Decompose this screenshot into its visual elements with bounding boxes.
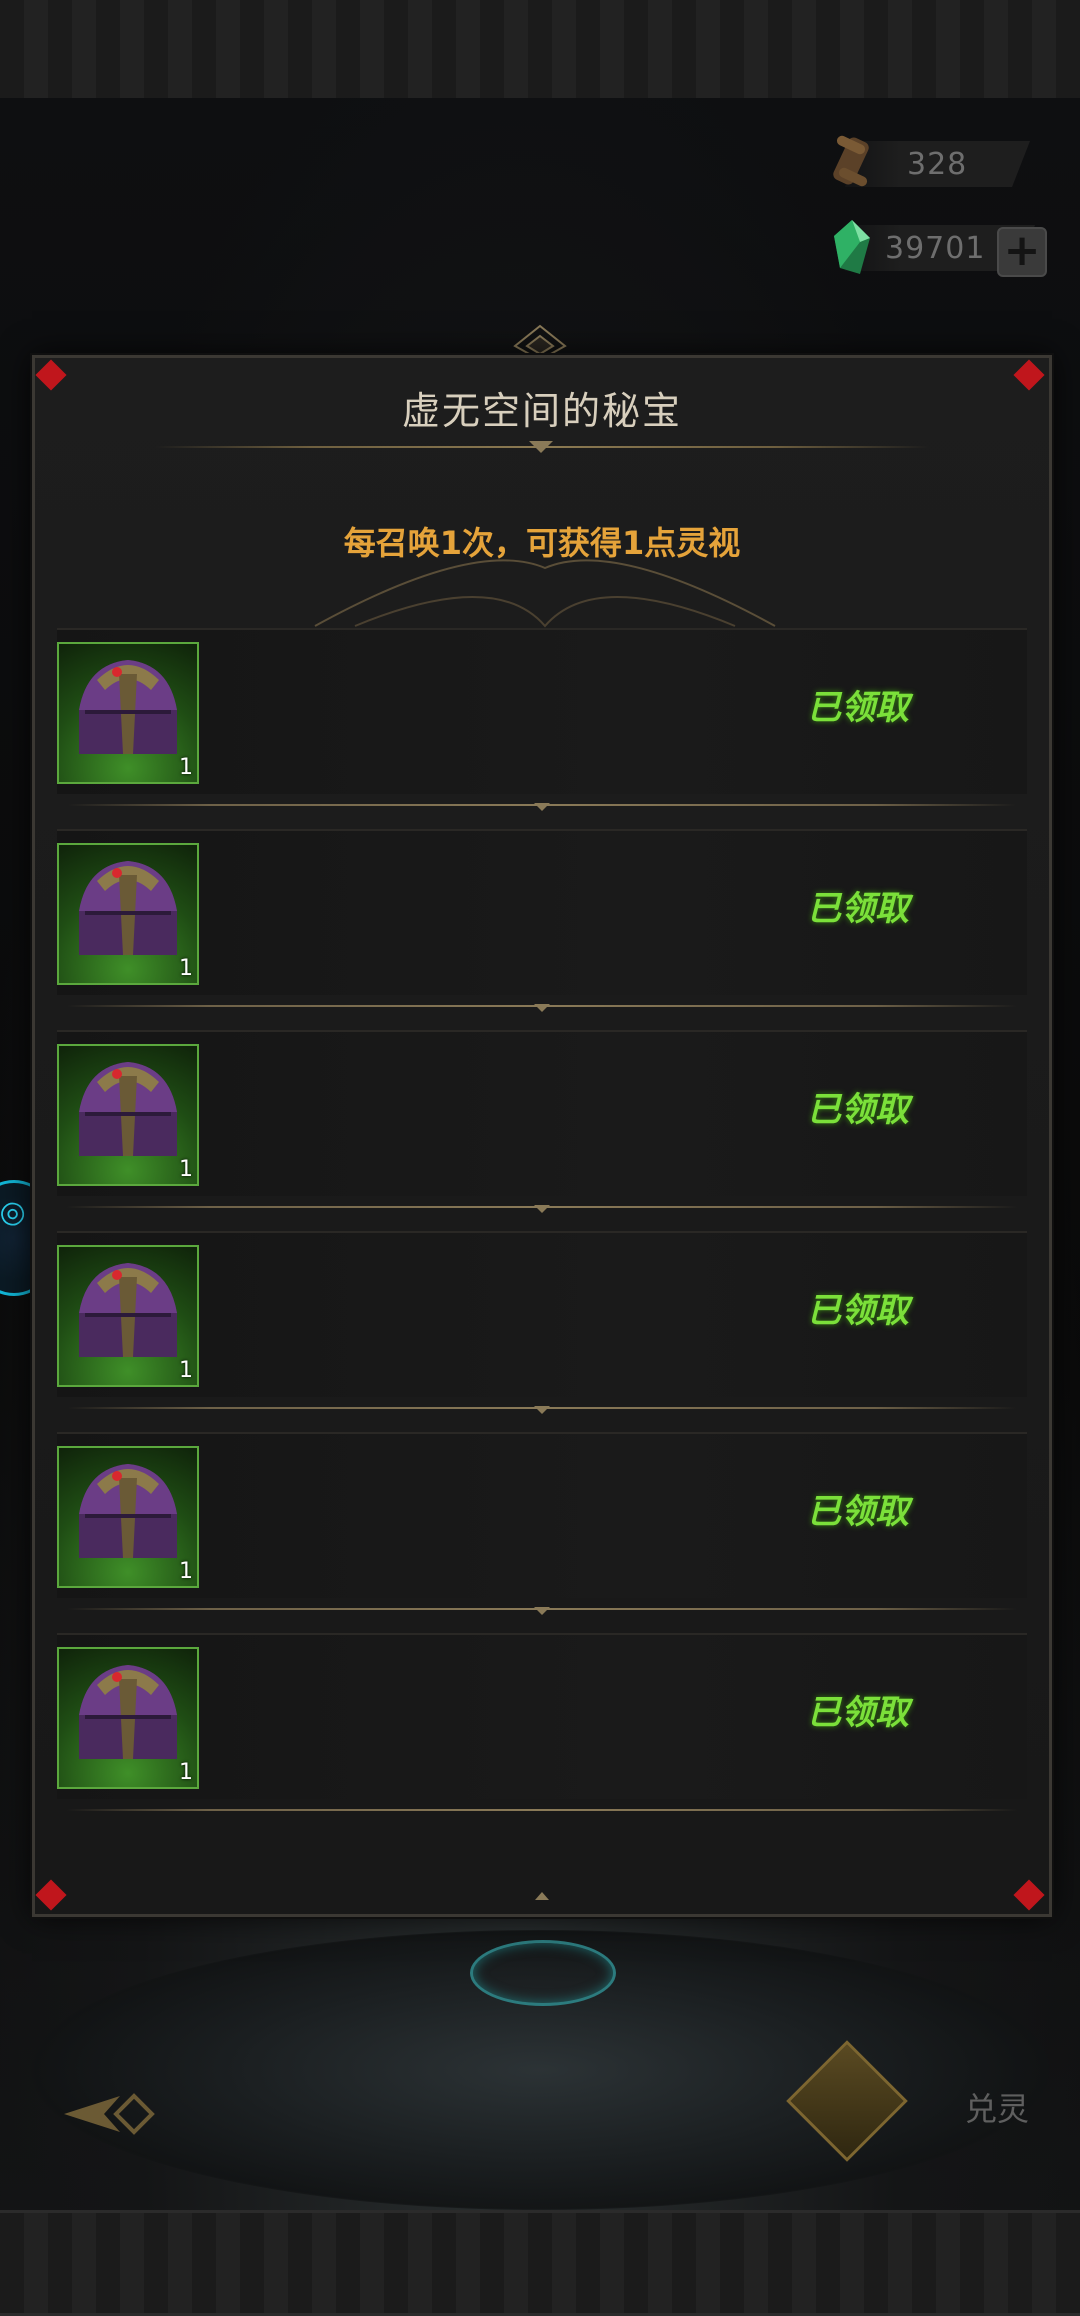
treasure-chest-icon — [79, 1464, 177, 1558]
modal-title: 虚无空间的秘宝 — [401, 389, 682, 433]
treasure-chest-icon — [79, 660, 177, 754]
list-end-chevron-icon — [535, 1892, 549, 1900]
claimed-status: 已领取 — [807, 1090, 909, 1130]
claimed-status: 已领取 — [807, 1291, 909, 1331]
reward-row: 1 已领取 — [57, 829, 1027, 1012]
platform-rune — [470, 1940, 616, 2006]
item-count: 1 — [179, 755, 193, 780]
exchange-label: 兑灵 — [965, 2090, 1030, 2128]
reward-row: 1 已领取 — [57, 1030, 1027, 1213]
item-count: 1 — [179, 1358, 193, 1383]
reward-row: 1 已领取 — [57, 1432, 1027, 1615]
claimed-status: 已领取 — [807, 688, 909, 728]
treasure-modal: 虚无空间的秘宝 每召唤1次，可获得1点灵视 1 已领取 1 已领取 1 已领取 … — [32, 355, 1052, 1917]
row-divider — [67, 1809, 1017, 1811]
back-arrow-icon[interactable] — [60, 2086, 160, 2142]
gem-amount: 39701 — [885, 230, 986, 266]
divider-chevron-icon — [534, 1607, 550, 1615]
item-count: 1 — [179, 1157, 193, 1182]
top-ornate-bar — [0, 0, 1080, 101]
scroll-icon — [833, 135, 869, 187]
reward-item-slot[interactable]: 1 — [57, 1245, 199, 1387]
treasure-chest-icon — [79, 861, 177, 955]
divider-chevron-icon — [534, 1205, 550, 1213]
reward-row: 1 已领取 — [57, 1231, 1027, 1414]
reward-row: 1 已领取 — [57, 628, 1027, 811]
badge-logo-icon: ◎ — [0, 1191, 31, 1234]
item-count: 1 — [179, 956, 193, 981]
item-count: 1 — [179, 1559, 193, 1584]
claimed-status: 已领取 — [807, 1693, 909, 1733]
reward-item-slot[interactable]: 1 — [57, 642, 199, 784]
plus-icon: + — [1003, 225, 1041, 276]
modal-subtitle: 每召唤1次，可获得1点灵视 — [343, 524, 741, 562]
reward-item-slot[interactable]: 1 — [57, 1044, 199, 1186]
title-chevron-icon — [529, 441, 553, 453]
item-count: 1 — [179, 1760, 193, 1785]
treasure-chest-icon — [79, 1062, 177, 1156]
reward-list: 1 已领取 1 已领取 1 已领取 1 已领取 1 已领取 1 已领取 — [57, 628, 1027, 1834]
treasure-chest-icon — [79, 1665, 177, 1759]
exchange-card-icon — [786, 2040, 908, 2162]
divider-chevron-icon — [534, 803, 550, 811]
treasure-chest-icon — [79, 1263, 177, 1357]
divider-chevron-icon — [534, 1004, 550, 1012]
divider-chevron-icon — [534, 1406, 550, 1414]
reward-row: 1 已领取 — [57, 1633, 1027, 1811]
claimed-status: 已领取 — [807, 1492, 909, 1532]
reward-item-slot[interactable]: 1 — [57, 1446, 199, 1588]
green-gem-icon — [834, 220, 870, 274]
add-gems-button[interactable]: + — [997, 227, 1047, 277]
reward-item-slot[interactable]: 1 — [57, 843, 199, 985]
bottom-ornate-bar — [0, 2210, 1080, 2316]
claimed-status: 已领取 — [807, 889, 909, 929]
exchange-button[interactable]: 兑灵 — [780, 2040, 1080, 2170]
scroll-amount: 328 — [907, 146, 968, 182]
reward-item-slot[interactable]: 1 — [57, 1647, 199, 1789]
